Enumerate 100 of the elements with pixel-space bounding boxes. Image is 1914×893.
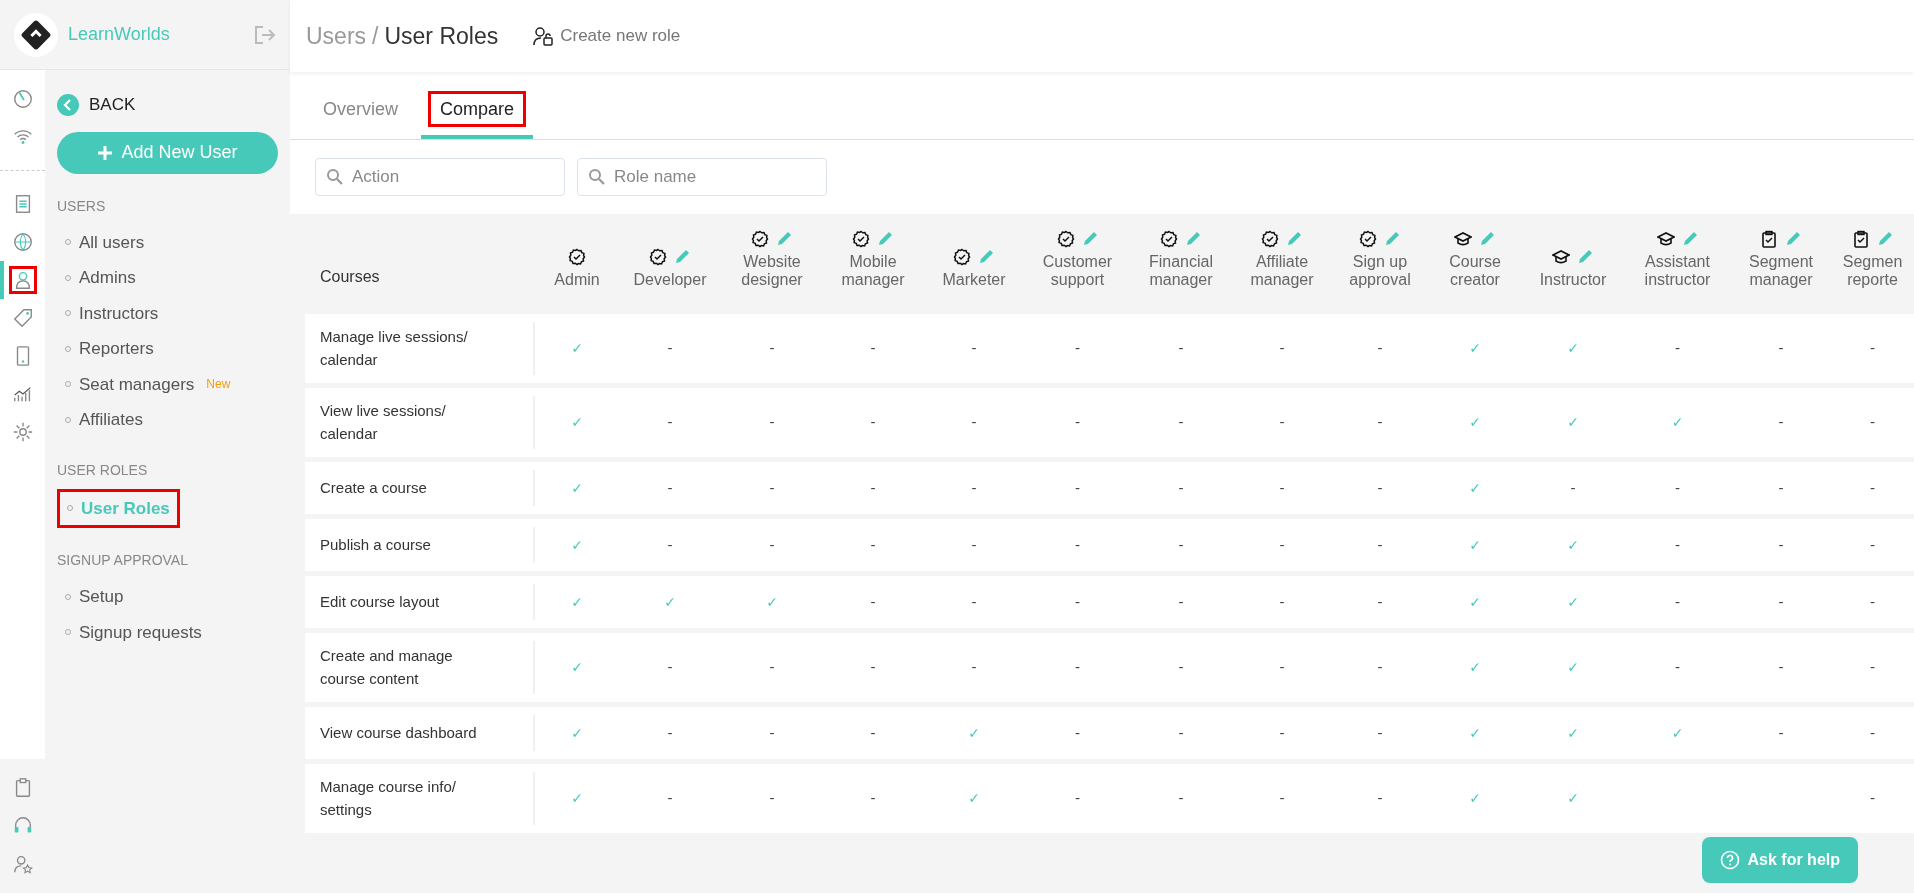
table-cell: ✓ [571, 479, 583, 496]
action-name: Manage live sessions/ calendar [320, 327, 469, 370]
sidebar-item[interactable]: Instructors [57, 295, 167, 331]
table-cell: ✓ [1469, 790, 1481, 806]
sidebar-item[interactable]: All users [57, 224, 153, 260]
table-cell: ✓ [571, 536, 583, 553]
table-cell: - [870, 414, 876, 430]
table-cell: - [1178, 414, 1184, 430]
column-header: Marketer [942, 271, 1006, 289]
table-cell: - [769, 790, 775, 806]
logout-icon[interactable] [254, 24, 276, 45]
gear-check-icon [1359, 230, 1377, 249]
table-cell: - [1869, 479, 1876, 496]
gear-check-icon [568, 248, 586, 266]
table-cell: - [1279, 790, 1285, 806]
table-cell: - [1074, 724, 1081, 741]
table-cell: - [667, 659, 673, 675]
table-cell: - [1178, 536, 1184, 553]
tab[interactable]: Compare [421, 90, 534, 139]
pencil-icon[interactable] [1576, 248, 1594, 266]
table-cell: ✓ [571, 414, 583, 430]
table-cell: - [971, 593, 977, 610]
clipboard-check-icon [1851, 230, 1870, 249]
table-cell: ✓ [664, 593, 676, 610]
table-cell: ✓ [1567, 593, 1579, 610]
table-cell: - [667, 340, 673, 356]
table-cell: ✓ [1469, 414, 1481, 430]
search-field[interactable]: Role name [577, 158, 827, 196]
logo-icon [14, 12, 58, 57]
table-cell: ✓ [571, 790, 583, 806]
action-name: Publish a course [320, 534, 431, 555]
table-cell: ✓ [1469, 593, 1481, 610]
action-name: Create a course [320, 477, 427, 498]
sidebar-item[interactable]: Seat managers New [57, 366, 239, 402]
table-cell: - [1869, 414, 1876, 430]
gear-check-icon [852, 230, 870, 249]
table-cell: ✓ [571, 593, 583, 610]
table-cell: - [1279, 724, 1285, 741]
sidebar-item[interactable]: Signup requests [57, 614, 210, 650]
table-cell: - [667, 536, 673, 553]
table-cell: - [870, 340, 876, 356]
table-cell: - [870, 724, 876, 741]
table-cell: - [870, 659, 876, 675]
table-cell: - [1377, 414, 1383, 430]
table-cell: ✓ [968, 724, 980, 741]
pencil-icon[interactable] [977, 248, 995, 266]
table-cell: - [1377, 593, 1383, 610]
table-cell: - [1778, 593, 1784, 610]
column-header: Financial manager [1148, 253, 1214, 289]
table-cell: ✓ [1469, 659, 1481, 675]
sidebar-item[interactable]: Affiliates [57, 402, 151, 438]
gear-check-icon [649, 248, 667, 266]
user-lock-icon [532, 25, 555, 47]
sidebar-item[interactable]: Admins [57, 260, 144, 296]
gear-check-icon [751, 230, 769, 249]
back-button[interactable]: BACK [57, 92, 136, 118]
table-cell: - [1674, 593, 1681, 610]
sidebar-item[interactable]: Setup [57, 579, 132, 615]
table-cell: - [1778, 414, 1784, 430]
table-cell: - [667, 414, 673, 430]
table-cell: - [1869, 659, 1876, 675]
create-role-button[interactable]: Create new role [532, 23, 681, 49]
table-cell: ✓ [1567, 790, 1579, 806]
column-header: Mobile manager [840, 253, 906, 289]
table-cell: - [1074, 414, 1081, 430]
gear-check-icon [953, 248, 971, 266]
pencil-icon[interactable] [673, 248, 691, 266]
action-name: View live sessions/ calendar [320, 401, 447, 444]
action-name: Create and manage course content [320, 646, 454, 689]
table-cell: - [971, 479, 977, 496]
section-heading: SIGNUP APPROVAL [57, 551, 189, 570]
table-cell: - [1674, 340, 1681, 356]
table-cell: - [1869, 790, 1876, 806]
table-cell: - [1279, 593, 1285, 610]
table-cell: - [1074, 593, 1081, 610]
table-cell: ✓ [1567, 414, 1579, 430]
gear-check-icon [1160, 230, 1178, 249]
search-field[interactable]: Action [315, 158, 565, 196]
tab[interactable]: Overview [308, 90, 413, 139]
table-cell: ✓ [1469, 536, 1481, 553]
table-cell: - [1570, 479, 1576, 496]
table-cell: - [870, 593, 876, 610]
sidebar-item[interactable]: Reporters [57, 331, 162, 367]
search-icon [588, 168, 606, 186]
table-cell: - [870, 536, 876, 553]
table-cell: ✓ [1567, 724, 1579, 741]
table-cell: - [1074, 790, 1081, 806]
table-cell: - [1178, 790, 1184, 806]
column-header: Customer support [1041, 253, 1114, 289]
table-cell: - [1778, 536, 1784, 553]
table-cell: ✓ [1567, 659, 1579, 675]
section-heading: USER ROLES [57, 460, 149, 480]
column-header: Assistant instructor [1643, 253, 1712, 289]
table-cell: - [1869, 593, 1876, 610]
table-cell: ✓ [1469, 340, 1481, 356]
action-name: View course dashboard [320, 722, 477, 743]
action-name: Edit course layout [320, 591, 440, 612]
table-cell: ✓ [766, 593, 778, 610]
table-cell: - [769, 414, 775, 430]
table-cell: - [971, 340, 977, 356]
